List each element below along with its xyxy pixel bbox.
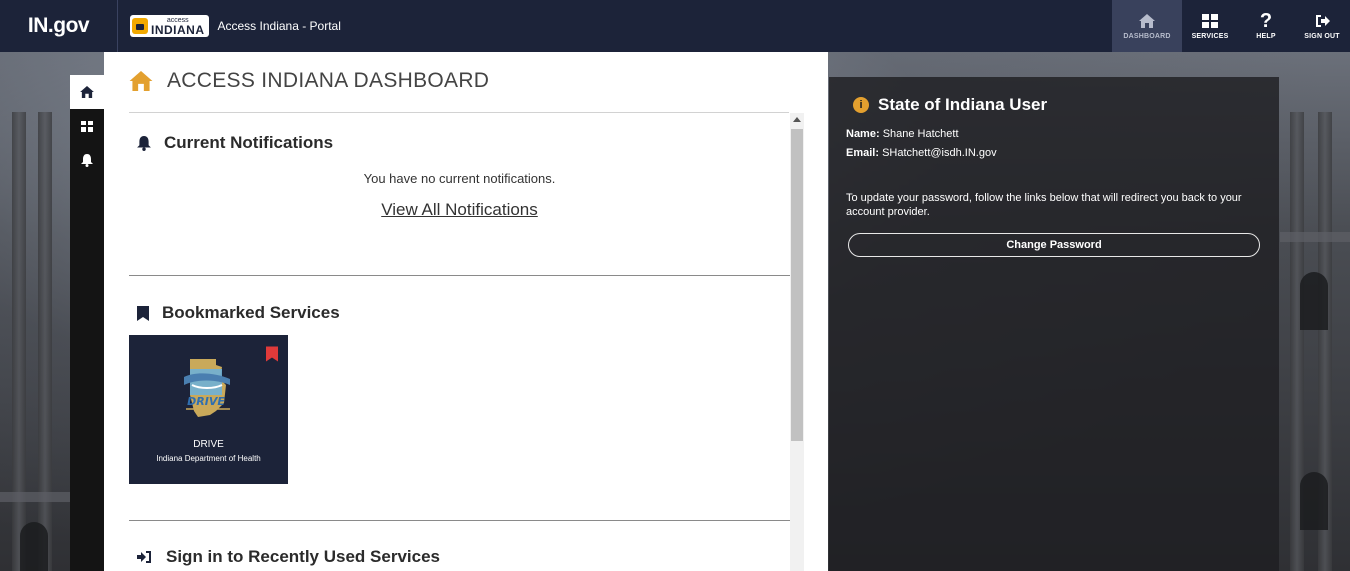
nav-services-button[interactable]: SERVICES	[1182, 0, 1238, 52]
change-password-button[interactable]: Change Password	[848, 233, 1260, 257]
home-icon	[80, 86, 94, 98]
user-panel-title: State of Indiana User	[878, 95, 1048, 114]
recent-services-heading: Sign in to Recently Used Services	[166, 547, 440, 566]
dashboard-header: ACCESS INDIANA DASHBOARD	[129, 69, 489, 93]
password-update-message: To update your password, follow the link…	[846, 192, 1242, 218]
portal-title: Access Indiana - Portal	[217, 19, 341, 33]
sign-in-icon	[137, 551, 151, 563]
user-info-panel: i State of Indiana User Name: Shane Hatc…	[829, 77, 1279, 571]
user-email-row: Email: SHatchett@isdh.IN.gov	[846, 147, 997, 159]
rail-home-button[interactable]	[70, 75, 104, 109]
service-department: Indiana Department of Health	[156, 454, 261, 463]
notifications-section: Current Notifications You have no curren…	[129, 133, 790, 220]
bell-icon	[81, 153, 93, 167]
ingov-logo-text: IN.gov	[27, 14, 90, 37]
dashboard-scroll-area[interactable]: Current Notifications You have no curren…	[129, 113, 790, 571]
bell-icon	[137, 135, 151, 151]
bookmarked-services-section: Bookmarked Services DRIVE DRIVE Indiana …	[129, 303, 790, 484]
top-navbar: IN.gov access INDIANA Access Indiana - P…	[0, 0, 1350, 52]
scrollbar-thumb[interactable]	[791, 129, 803, 441]
rail-services-button[interactable]	[70, 109, 104, 143]
rail-notifications-button[interactable]	[70, 143, 104, 177]
no-notifications-message: You have no current notifications.	[363, 171, 556, 186]
recent-services-section: Sign in to Recently Used Services	[129, 547, 790, 567]
user-name-row: Name: Shane Hatchett	[846, 128, 959, 140]
nav-help-button[interactable]: ? HELP	[1238, 0, 1294, 52]
service-name: DRIVE	[193, 439, 224, 450]
lock-icon	[132, 18, 148, 34]
drive-logo: DRIVE	[184, 359, 230, 417]
divider	[129, 275, 790, 276]
name-label: Name:	[846, 128, 880, 140]
home-icon	[129, 71, 153, 91]
bookmark-icon	[137, 305, 149, 321]
top-nav-actions: DASHBOARD SERVICES ? HELP SIGN OUT	[1112, 0, 1350, 52]
dashboard-panel: ACCESS INDIANA DASHBOARD Current Notific…	[104, 52, 828, 571]
page-title: ACCESS INDIANA DASHBOARD	[167, 69, 490, 92]
sign-out-icon	[1314, 12, 1330, 30]
user-name: Shane Hatchett	[882, 128, 959, 140]
ingov-logo[interactable]: IN.gov	[0, 0, 118, 52]
grid-icon	[81, 120, 93, 132]
bookmark-icon[interactable]	[266, 346, 278, 362]
home-icon	[1139, 12, 1155, 30]
nav-sign-out-button[interactable]: SIGN OUT	[1294, 0, 1350, 52]
bookmarks-heading: Bookmarked Services	[162, 303, 340, 322]
access-indiana-big-text: INDIANA	[151, 22, 205, 37]
scrollbar[interactable]	[790, 113, 804, 571]
grid-icon	[1202, 12, 1218, 30]
email-label: Email:	[846, 147, 880, 159]
nav-dashboard-label: DASHBOARD	[1123, 33, 1171, 40]
nav-services-label: SERVICES	[1191, 33, 1229, 40]
view-all-notifications-link[interactable]: View All Notifications	[129, 200, 790, 220]
question-icon: ?	[1259, 10, 1273, 32]
nav-sign-out-label: SIGN OUT	[1304, 33, 1340, 40]
notifications-heading: Current Notifications	[164, 133, 334, 152]
scroll-up-icon[interactable]	[793, 117, 801, 122]
drive-logo-text: DRIVE	[187, 395, 225, 408]
side-icon-rail	[70, 75, 104, 571]
nav-dashboard-button[interactable]: DASHBOARD	[1112, 0, 1182, 52]
nav-help-label: HELP	[1256, 33, 1276, 40]
access-indiana-logo[interactable]: access INDIANA	[130, 15, 209, 37]
info-icon: i	[853, 97, 869, 113]
divider	[129, 520, 790, 521]
service-tile-drive[interactable]: DRIVE DRIVE Indiana Department of Health	[129, 335, 288, 484]
user-email: SHatchett@isdh.IN.gov	[882, 147, 997, 159]
